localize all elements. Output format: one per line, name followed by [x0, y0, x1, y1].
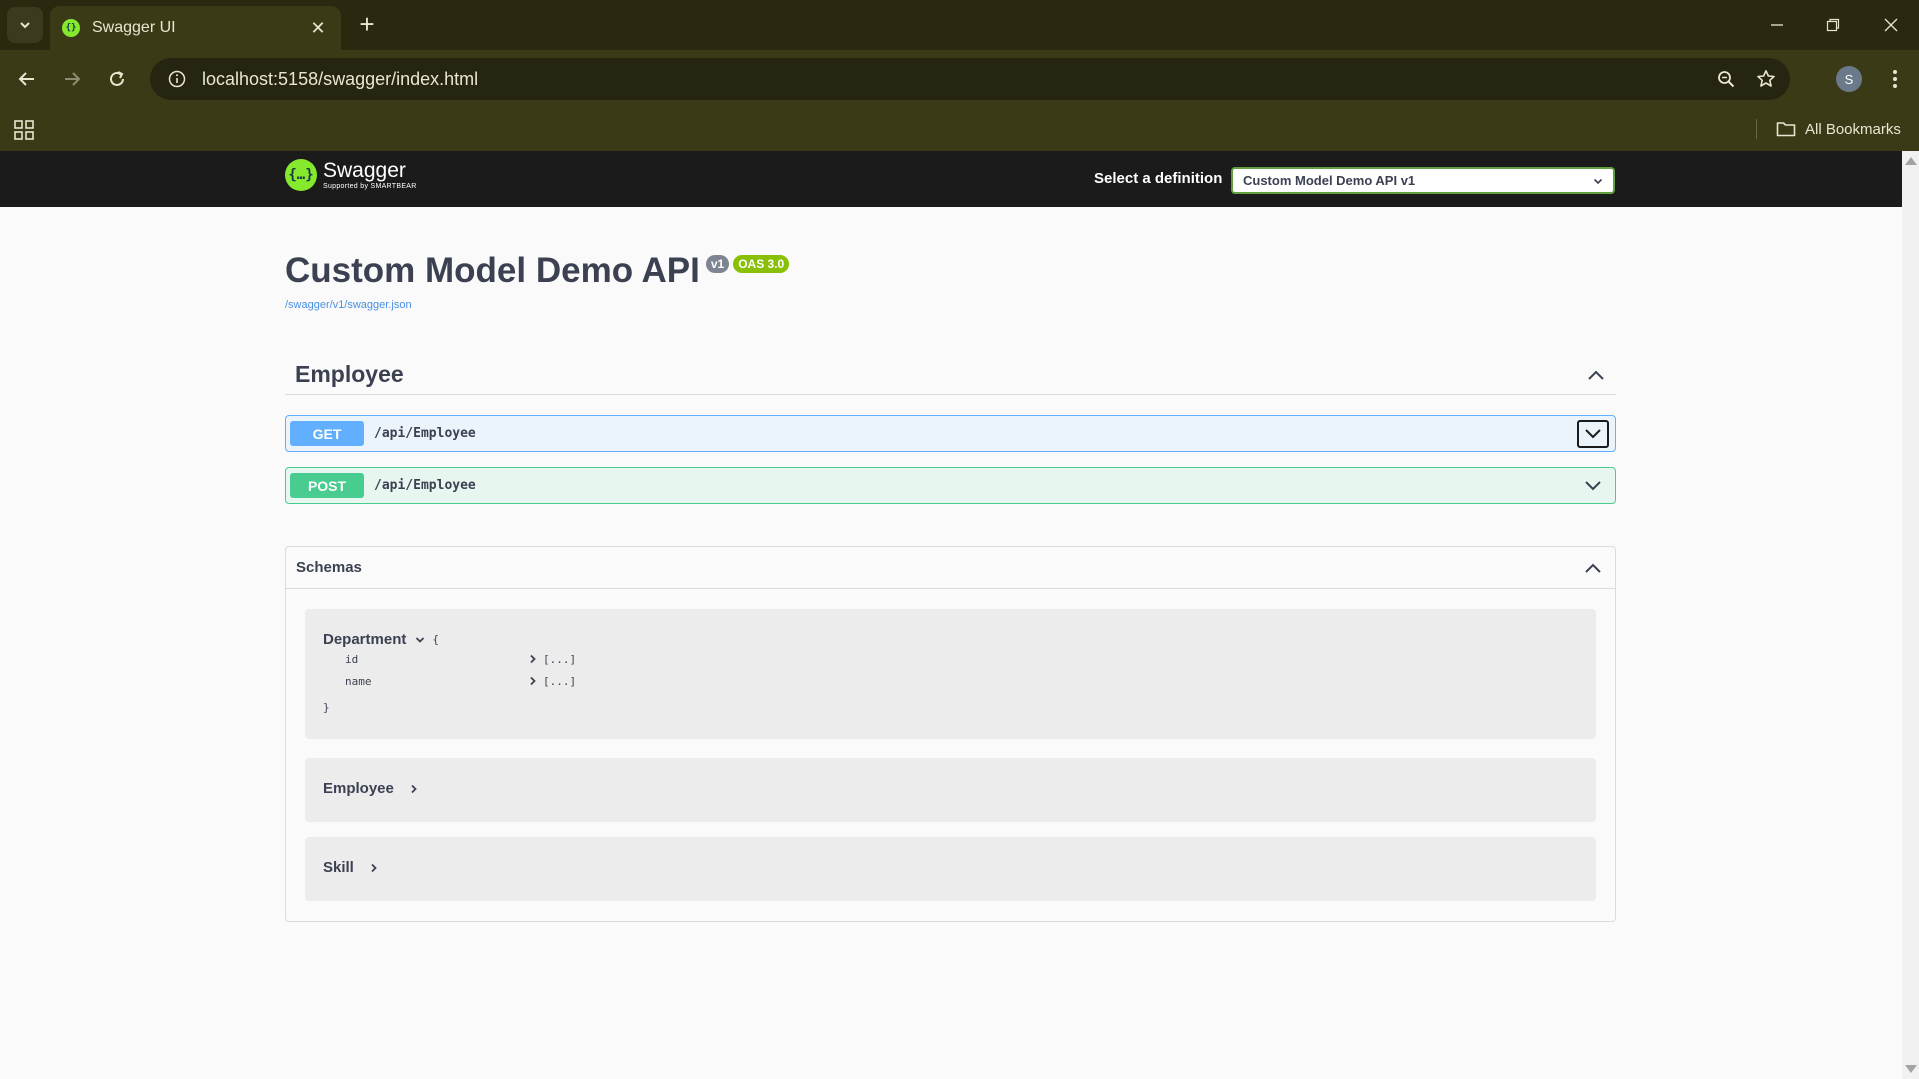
api-title-text: Custom Model Demo API — [285, 251, 700, 290]
model-name: Department — [323, 631, 407, 648]
arrow-right-icon — [65, 72, 81, 86]
reload-icon — [110, 71, 124, 86]
property-value-text: [...] — [543, 674, 577, 688]
operation-post-employee[interactable]: POST /api/Employee — [285, 467, 1616, 504]
swagger-topbar: {…} Swagger Supported by SMARTBEAR Selec… — [0, 151, 1902, 207]
zoom-icon[interactable] — [1706, 59, 1746, 99]
close-window-button[interactable] — [1871, 8, 1911, 42]
tab-title: Swagger UI — [92, 19, 176, 36]
property-name: name — [345, 674, 372, 688]
chevron-up-icon[interactable] — [1576, 355, 1616, 395]
property-value[interactable]: [...] — [529, 675, 576, 688]
bookmarks-separator — [1756, 119, 1757, 139]
model-name: Skill — [323, 859, 354, 876]
chevron-right-icon — [530, 654, 536, 664]
model-department: Department { id [...] name [...]} — [305, 609, 1596, 739]
method-badge-get: GET — [290, 421, 364, 446]
close-brace: } — [323, 701, 330, 714]
bookmark-star-icon[interactable] — [1746, 59, 1786, 99]
model-name: Employee — [323, 780, 394, 797]
chevron-down-icon — [20, 22, 30, 29]
tab-search-button[interactable] — [7, 7, 43, 43]
spec-json-link[interactable]: /swagger/v1/swagger.json — [285, 299, 412, 311]
version-badge: v1 — [705, 255, 730, 273]
logo-subtitle: Supported by SMARTBEAR — [323, 183, 417, 190]
logo-name: Swagger — [323, 159, 406, 182]
close-icon — [1884, 18, 1898, 32]
model-employee[interactable]: Employee — [305, 758, 1596, 822]
bookmarks-bar: All Bookmarks — [0, 108, 1919, 151]
folder-icon — [1776, 122, 1796, 137]
operation-get-employee[interactable]: GET /api/Employee — [285, 415, 1616, 452]
oas-badge: OAS 3.0 — [733, 255, 790, 273]
arrow-left-icon — [18, 72, 34, 86]
all-bookmarks-button[interactable]: All Bookmarks — [1776, 116, 1901, 142]
definition-label: Select a definition — [1094, 170, 1223, 187]
minimize-icon — [1771, 24, 1783, 26]
schemas-title: Schemas — [296, 559, 362, 576]
chevron-down-icon — [1593, 178, 1603, 184]
apps-grid-icon[interactable] — [12, 118, 36, 142]
swagger-logo-icon: {…} — [285, 159, 317, 191]
method-badge-post: POST — [290, 473, 364, 498]
swagger-logo[interactable]: {…} Swagger Supported by SMARTBEAR — [285, 159, 417, 191]
chevron-down-icon[interactable] — [1577, 419, 1609, 448]
tab-close-icon[interactable]: ✕ — [307, 18, 329, 39]
profile-avatar[interactable]: S — [1836, 66, 1862, 92]
chevron-right-icon[interactable] — [366, 860, 382, 876]
tag-section-employee[interactable]: Employee — [285, 355, 1616, 395]
property-name: id — [345, 652, 359, 666]
all-bookmarks-label: All Bookmarks — [1805, 120, 1901, 138]
more-menu-icon[interactable] — [1880, 62, 1910, 96]
new-tab-button[interactable]: + — [352, 10, 382, 40]
site-info-icon[interactable] — [156, 58, 198, 100]
definition-select[interactable]: Custom Model Demo API v1 — [1231, 167, 1615, 194]
tag-name: Employee — [295, 361, 404, 387]
page-scrollbar[interactable] — [1902, 151, 1919, 1079]
scroll-up-arrow-icon[interactable] — [1905, 157, 1917, 165]
property-value-text: [...] — [543, 652, 577, 666]
schemas-header[interactable]: Schemas — [286, 547, 1615, 589]
property-row: name [...] — [345, 673, 645, 689]
schemas-section: Schemas Department { id [...] name [...]… — [285, 546, 1616, 922]
operation-path: /api/Employee — [374, 478, 476, 493]
scroll-down-arrow-icon[interactable] — [1905, 1065, 1917, 1073]
page-viewport: {…} Swagger Supported by SMARTBEAR Selec… — [0, 151, 1902, 1079]
tab-strip: {} Swagger UI ✕ + — [0, 0, 1919, 50]
swagger-favicon-icon: {} — [62, 19, 80, 37]
chevron-right-icon — [530, 676, 536, 686]
url-text[interactable]: localhost:5158/swagger/index.html — [202, 69, 1706, 90]
chevron-right-icon[interactable] — [406, 781, 422, 797]
model-skill[interactable]: Skill — [305, 837, 1596, 901]
address-bar[interactable]: localhost:5158/swagger/index.html — [150, 58, 1790, 100]
open-brace: { — [432, 633, 439, 646]
restore-icon — [1826, 18, 1840, 32]
model-header[interactable]: Skill — [323, 859, 382, 876]
model-header[interactable]: Employee — [323, 780, 422, 797]
reload-button[interactable] — [100, 62, 134, 96]
back-button[interactable] — [10, 62, 44, 96]
chevron-down-icon[interactable] — [412, 632, 428, 648]
property-value[interactable]: [...] — [529, 653, 576, 666]
definition-selected-value: Custom Model Demo API v1 — [1243, 173, 1416, 188]
operation-path: /api/Employee — [374, 426, 476, 441]
forward-button[interactable] — [55, 62, 89, 96]
chevron-down-icon[interactable] — [1577, 472, 1609, 500]
api-title: Custom Model Demo API v1 OAS 3.0 — [285, 251, 790, 291]
minimize-button[interactable] — [1757, 8, 1797, 42]
tab-swagger-ui[interactable]: {} Swagger UI ✕ — [50, 6, 341, 50]
browser-chrome: {} Swagger UI ✕ + localhost:5158/swagger… — [0, 0, 1919, 151]
chevron-up-icon[interactable] — [1571, 547, 1615, 589]
restore-button[interactable] — [1813, 8, 1853, 42]
property-row: id [...] — [345, 651, 645, 667]
model-header[interactable]: Department { — [323, 631, 439, 648]
